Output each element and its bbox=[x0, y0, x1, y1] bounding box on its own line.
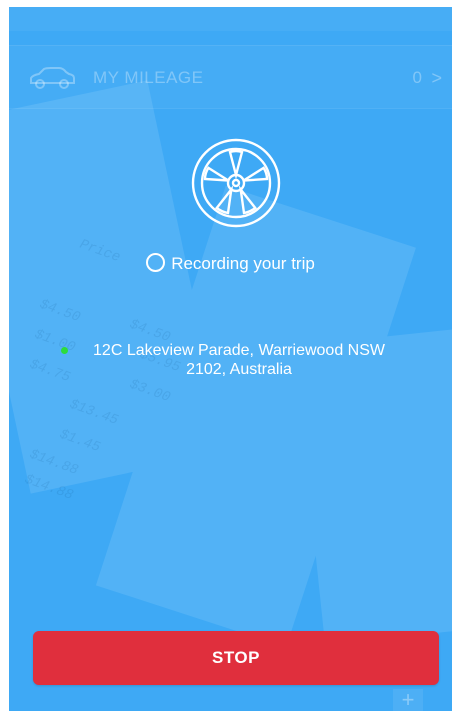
status-bar bbox=[9, 7, 452, 31]
svg-text:$4.50: $4.50 bbox=[37, 297, 82, 326]
mileage-header[interactable]: MY MILEAGE 0 > bbox=[9, 45, 452, 109]
location-dot-icon bbox=[61, 347, 68, 354]
svg-text:$1.45: $1.45 bbox=[57, 427, 103, 457]
stop-button[interactable]: STOP bbox=[33, 631, 439, 685]
svg-text:$14.88: $14.88 bbox=[27, 447, 80, 479]
chevron-right-icon[interactable]: > bbox=[431, 68, 442, 89]
svg-text:$14.88: $14.88 bbox=[22, 472, 75, 504]
recording-status-text: Recording your trip bbox=[171, 254, 315, 273]
recording-status: Recording your trip bbox=[9, 253, 452, 274]
location-address: 12C Lakeview Parade, Warriewood NSW 2102… bbox=[93, 342, 385, 378]
app-screen: $4.50 $1.00 $4.75 $4.50 $5.95 $3.00 $13.… bbox=[9, 7, 452, 711]
svg-text:$3.00: $3.00 bbox=[127, 377, 172, 406]
svg-text:$13.45: $13.45 bbox=[67, 397, 120, 429]
current-location: 12C Lakeview Parade, Warriewood NSW 2102… bbox=[59, 341, 419, 379]
mileage-title: MY MILEAGE bbox=[93, 68, 204, 87]
plus-icon[interactable]: + bbox=[393, 689, 423, 711]
car-icon bbox=[30, 67, 75, 89]
mileage-count: 0 bbox=[412, 68, 422, 87]
wheel-icon bbox=[191, 138, 281, 228]
recording-circle-icon bbox=[146, 253, 166, 272]
